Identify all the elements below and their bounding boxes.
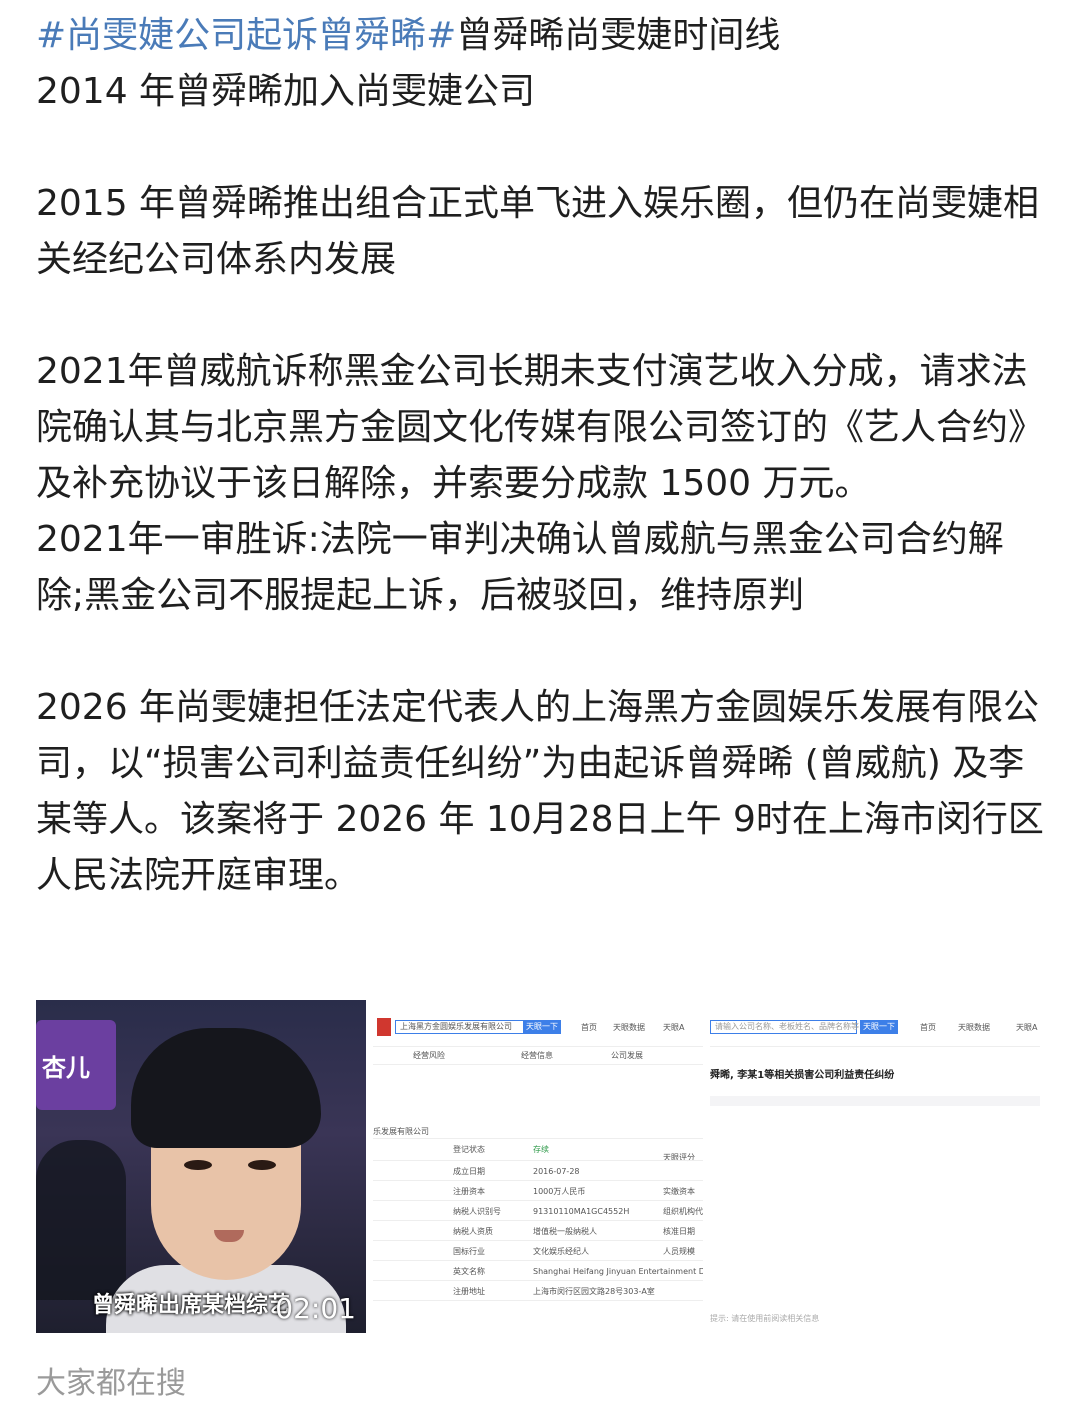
- paragraph-2026: 2026 年尚雯婕担任法定代表人的上海黑方金圆娱乐发展有限公司，以“损害公司利益…: [36, 687, 1044, 896]
- search-input: 请输入公司名称、老板姓名、品牌名称等: [710, 1020, 859, 1034]
- company-info-screenshot[interactable]: 上海黑方金圆娱乐发展有限公司 天眼一下 首页 天眼数据 天眼A 经营风险 经营信…: [373, 1000, 703, 1333]
- paragraph-2014: 2014 年曾舜晞加入尚雯婕公司: [36, 71, 536, 112]
- page-footer: 提示: 请在使用前阅读相关信息: [710, 1314, 820, 1323]
- background-figure: [36, 1140, 126, 1300]
- search-button: 天眼一下: [523, 1020, 561, 1034]
- image-grid: 杏儿 曾舜晞出席某档综艺 02:01 上海黑方金圆娱乐发展有限公司 天眼一下 首…: [36, 1000, 1049, 1333]
- paragraph-2021-verdict: 2021年一审胜诉:法院一审判决确认曾威航与黑金公司合约解除;黑金公司不服提起上…: [36, 519, 1004, 616]
- search-button: 天眼一下: [860, 1020, 898, 1034]
- video-duration: 02:01: [275, 1292, 356, 1325]
- hashtag-link[interactable]: #尚雯婕公司起诉曾舜晞#: [36, 15, 456, 56]
- lawsuit-info-screenshot[interactable]: 请输入公司名称、老板姓名、品牌名称等 天眼一下 首页 天眼数据 天眼A 舜晞, …: [710, 1000, 1040, 1333]
- lawsuit-title: 舜晞, 李某1等相关损害公司利益责任纠纷: [710, 1070, 895, 1081]
- search-suggestions-label: 大家都在搜: [36, 1366, 186, 1401]
- video-caption: 曾舜晞出席某档综艺: [92, 1293, 291, 1318]
- tianyancha-logo-icon: [377, 1018, 391, 1036]
- post-headline: #尚雯婕公司起诉曾舜晞#曾舜晞尚雯婕时间线: [36, 8, 1046, 64]
- post-body: #尚雯婕公司起诉曾舜晞#曾舜晞尚雯婕时间线 2014 年曾舜晞加入尚雯婕公司 2…: [36, 8, 1046, 904]
- video-thumbnail[interactable]: 杏儿 曾舜晞出席某档综艺 02:01: [36, 1000, 366, 1333]
- paragraph-2021-lawsuit: 2021年曾威航诉称黑金公司长期未支付演艺收入分成，请求法院确认其与北京黑方金圆…: [36, 351, 1045, 504]
- headline-text: 曾舜晞尚雯婕时间线: [456, 15, 781, 56]
- paragraph-2015: 2015 年曾舜晞推出组合正式单飞进入娱乐圈，但仍在尚雯婕相关经纪公司体系内发展: [36, 183, 1040, 280]
- background-sign: 杏儿: [36, 1020, 116, 1110]
- search-input: 上海黑方金圆娱乐发展有限公司: [395, 1020, 525, 1034]
